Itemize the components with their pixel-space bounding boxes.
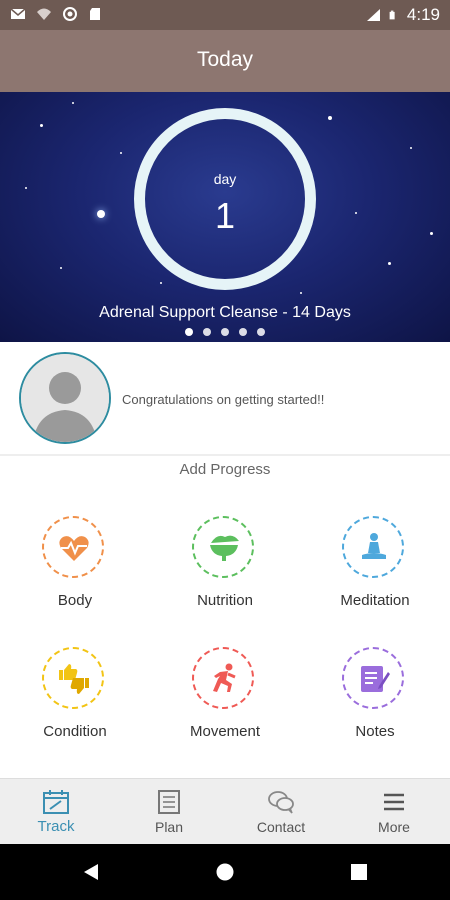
- progress-condition-button[interactable]: Condition: [0, 647, 150, 767]
- tab-label: More: [378, 819, 410, 835]
- page-title: Today: [196, 48, 254, 71]
- tab-label: Plan: [154, 819, 184, 835]
- tile-label: Condition: [43, 723, 107, 740]
- sd-card-icon: [90, 8, 100, 20]
- tile-label: Movement: [189, 723, 261, 740]
- message-text: Congratulations on getting started!!: [122, 392, 325, 407]
- food-bowl-icon: [210, 535, 239, 561]
- meditation-icon: [362, 533, 386, 559]
- progress-body-button[interactable]: Body: [0, 516, 150, 636]
- progress-movement-button[interactable]: Movement: [150, 647, 300, 767]
- page-dot[interactable]: [185, 328, 193, 336]
- circle-status-icon: [63, 7, 77, 21]
- tab-more[interactable]: More: [338, 779, 450, 845]
- home-icon[interactable]: [216, 863, 234, 881]
- tab-plan[interactable]: Plan: [113, 779, 225, 845]
- status-bar: 4:19: [0, 0, 450, 30]
- tab-track[interactable]: Track: [0, 779, 112, 845]
- tile-label: Meditation: [340, 592, 410, 609]
- page-dot[interactable]: [221, 328, 229, 336]
- coach-message-row[interactable]: Congratulations on getting started!!: [0, 342, 450, 456]
- recents-icon[interactable]: [351, 864, 367, 880]
- thumbs-up-down-icon: [59, 664, 89, 694]
- page-dot[interactable]: [203, 328, 211, 336]
- back-icon[interactable]: [82, 863, 100, 881]
- chat-icon: [268, 791, 294, 814]
- progress-meditation-button[interactable]: Meditation: [300, 516, 450, 636]
- system-navigation-bar: [0, 844, 450, 900]
- person-silhouette-icon: [21, 354, 109, 442]
- wifi-question-icon: [37, 8, 51, 20]
- add-progress-title: Add Progress: [179, 461, 271, 478]
- program-title: Adrenal Support Cleanse - 14 Days: [99, 304, 351, 321]
- notes-icon: [361, 666, 390, 692]
- app-bar: Today: [0, 30, 450, 92]
- tile-label: Notes: [355, 723, 395, 740]
- day-progress-ring: day 1: [134, 108, 316, 290]
- tile-label: Body: [57, 592, 93, 609]
- bottom-navigation: Track Plan Contact More: [0, 778, 450, 845]
- tab-contact[interactable]: Contact: [225, 779, 337, 845]
- mail-icon: [10, 8, 26, 19]
- list-icon: [158, 790, 180, 814]
- heart-pulse-icon: [59, 536, 89, 561]
- tile-label: Nutrition: [197, 592, 253, 609]
- progress-nutrition-button[interactable]: Nutrition: [150, 516, 300, 636]
- page-dot[interactable]: [239, 328, 247, 336]
- menu-icon: [384, 793, 404, 811]
- running-icon: [213, 663, 236, 692]
- status-time: 4:19: [406, 5, 440, 24]
- tab-label: Contact: [256, 819, 306, 835]
- day-number: 1: [214, 195, 236, 236]
- avatar[interactable]: [19, 352, 111, 444]
- progress-notes-button[interactable]: Notes: [300, 647, 450, 767]
- day-label: day: [213, 171, 237, 187]
- calendar-icon: [43, 790, 69, 814]
- carousel-page-indicator[interactable]: [0, 328, 450, 336]
- battery-icon: [389, 10, 395, 20]
- program-hero-carousel[interactable]: day 1 Adrenal Support Cleanse - 14 Days: [0, 92, 450, 342]
- lte-signal-icon: [366, 9, 380, 21]
- tab-label: Track: [37, 818, 75, 835]
- page-dot[interactable]: [257, 328, 265, 336]
